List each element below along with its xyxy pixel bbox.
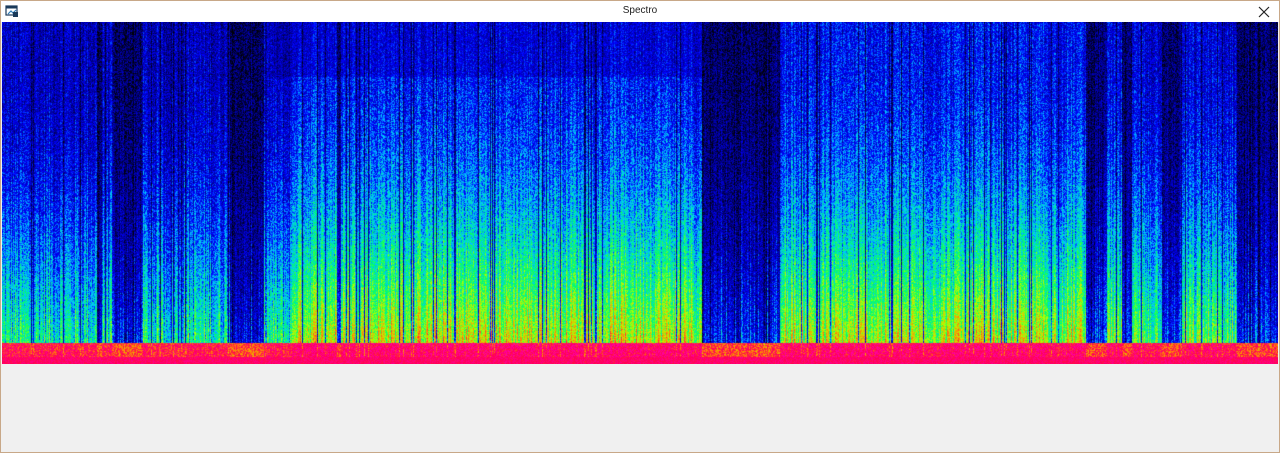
empty-client-area <box>2 364 1278 452</box>
title-bar[interactable]: Spectro <box>1 1 1279 22</box>
window-title: Spectro <box>622 5 658 16</box>
spectro-window: Spectro <box>0 0 1280 453</box>
close-icon <box>1258 6 1270 17</box>
close-button[interactable] <box>1249 1 1279 22</box>
spectrogram-view[interactable] <box>2 22 1278 364</box>
